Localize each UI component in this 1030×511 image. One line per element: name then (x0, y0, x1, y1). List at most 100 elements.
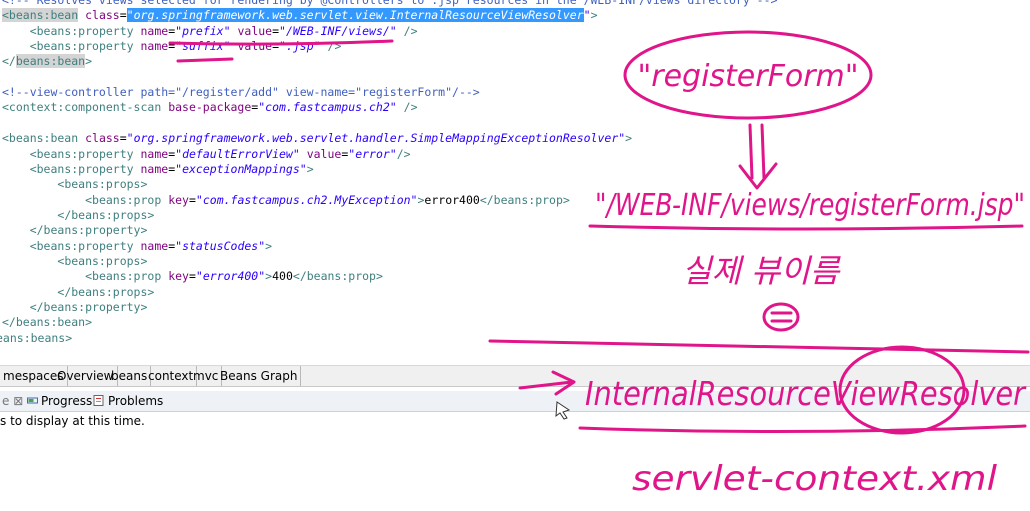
code-line: <beans:prop key="error400">400</beans:pr… (2, 269, 383, 284)
code-line: <beans:property name="defaultErrorView" … (2, 147, 411, 162)
code-line: <beans:bean class="org.springframework.w… (2, 8, 598, 23)
code-token: <!-- Resolves views selected for renderi… (2, 0, 778, 7)
code-token: </ (2, 54, 16, 69)
code-token: = (188, 269, 196, 284)
code-token: /> (403, 100, 418, 115)
code-token: name (140, 238, 169, 253)
code-token: </beans:prop> (292, 269, 383, 284)
code-line: <context:component-scan base-package="co… (2, 100, 418, 115)
code-token: <beans:props> (57, 253, 148, 268)
code-token: </beans:bean> (2, 315, 93, 330)
code-token: <beans:property (29, 238, 134, 253)
code-line: <beans:props> (2, 254, 147, 269)
code-token: "com.fastcampus.ch2.MyException" (195, 192, 418, 207)
code-line: </beans:bean> (2, 54, 92, 69)
code-token: name (140, 161, 169, 176)
code-line: </beans:props> (2, 208, 154, 223)
circle-view (838, 345, 966, 435)
code-line: <beans:bean class="org.springframework.w… (2, 131, 632, 146)
code-token: "prefix" (175, 23, 231, 38)
code-token: "defaultErrorView" (175, 146, 300, 161)
code-line: <beans:property name="exceptionMappings"… (2, 162, 314, 177)
code-token: value (306, 146, 342, 161)
code-token: > (265, 238, 273, 253)
code-token: "org.springframework.web.servlet.handler… (126, 131, 626, 146)
code-token: = (272, 39, 280, 54)
editor-page-tabs: mespaces Overview beans context mvc Bean… (0, 365, 1030, 387)
tab-beans-graph[interactable]: Beans Graph (217, 366, 302, 386)
progress-icon (27, 397, 38, 404)
code-line: <beans:props> (2, 177, 147, 192)
code-token: " (583, 8, 591, 23)
code-line: <beans:property name="statusCodes"> (2, 239, 272, 254)
code-token: name (140, 39, 169, 54)
bottom-view-tabs: e ⊠ Progress Problems (0, 391, 1030, 412)
code-token: <beans:prop (85, 192, 162, 207)
code-token: > (590, 8, 598, 23)
code-token: "error400" (195, 269, 266, 284)
code-line: </beans:property> (2, 223, 148, 238)
code-line: <beans:property name="suffix" value=".js… (2, 39, 342, 54)
code-token: <context:component-scan (2, 100, 162, 115)
code-token: eans:beans> (0, 330, 73, 345)
code-token: "statusCodes" (175, 238, 266, 253)
code-line: <!-- Resolves views selected for renderi… (2, 0, 777, 8)
tab-close-icon[interactable]: e ⊠ (2, 391, 23, 411)
code-line: </beans:props> (2, 285, 154, 300)
code-line: <beans:property name="prefix" value="/WE… (2, 24, 418, 39)
code-token: name (140, 23, 169, 38)
code-token: <beans:property (29, 146, 134, 161)
view-empty-message: s to display at this time. (0, 414, 145, 428)
code-token: <beans:property (29, 161, 134, 176)
code-token: /> (396, 146, 411, 161)
code-token: </beans:props> (57, 207, 155, 222)
code-token: <beans:prop (85, 269, 162, 284)
code-token: "/WEB-INF/views/" (279, 23, 397, 38)
code-token: "error" (348, 146, 397, 161)
code-token: <beans:property (29, 39, 134, 54)
code-token: error400 (424, 192, 480, 207)
code-token: key (168, 192, 189, 207)
code-token: <beans:property (29, 23, 134, 38)
tab-progress[interactable]: Progress (41, 391, 92, 411)
code-token: ".jsp" (279, 39, 321, 54)
code-token: > (85, 54, 93, 69)
code-token: <!--view-controller path="/register/add"… (2, 85, 480, 100)
code-token: </beans:prop> (479, 192, 570, 207)
code-token: <beans:props> (57, 177, 148, 192)
code-token: class (85, 131, 120, 146)
code-token: </beans:property> (29, 300, 148, 314)
annotation-file: servlet-context.xml (632, 459, 998, 499)
code-token: key (168, 269, 189, 284)
code-token: </beans:property> (29, 223, 148, 238)
xml-source-editor[interactable]: <!-- Resolves views selected for renderi… (0, 0, 1030, 350)
code-token: /> (403, 23, 418, 38)
code-token: "org.springframework.web.servlet.view.In… (126, 8, 584, 23)
code-token: "suffix" (175, 39, 231, 54)
code-token: value (237, 39, 273, 54)
code-line: </beans:property> (2, 300, 148, 315)
code-token: beans:bean (15, 54, 86, 69)
code-token: 400 (272, 269, 293, 284)
code-token: <beans:bean (2, 131, 79, 146)
code-line: <beans:prop key="com.fastcampus.ch2.MyEx… (2, 193, 570, 208)
code-token: "com.fastcampus.ch2" (258, 100, 397, 115)
tab-problems[interactable]: Problems (108, 391, 163, 411)
code-token: > (306, 161, 314, 176)
code-token: = (119, 131, 127, 146)
